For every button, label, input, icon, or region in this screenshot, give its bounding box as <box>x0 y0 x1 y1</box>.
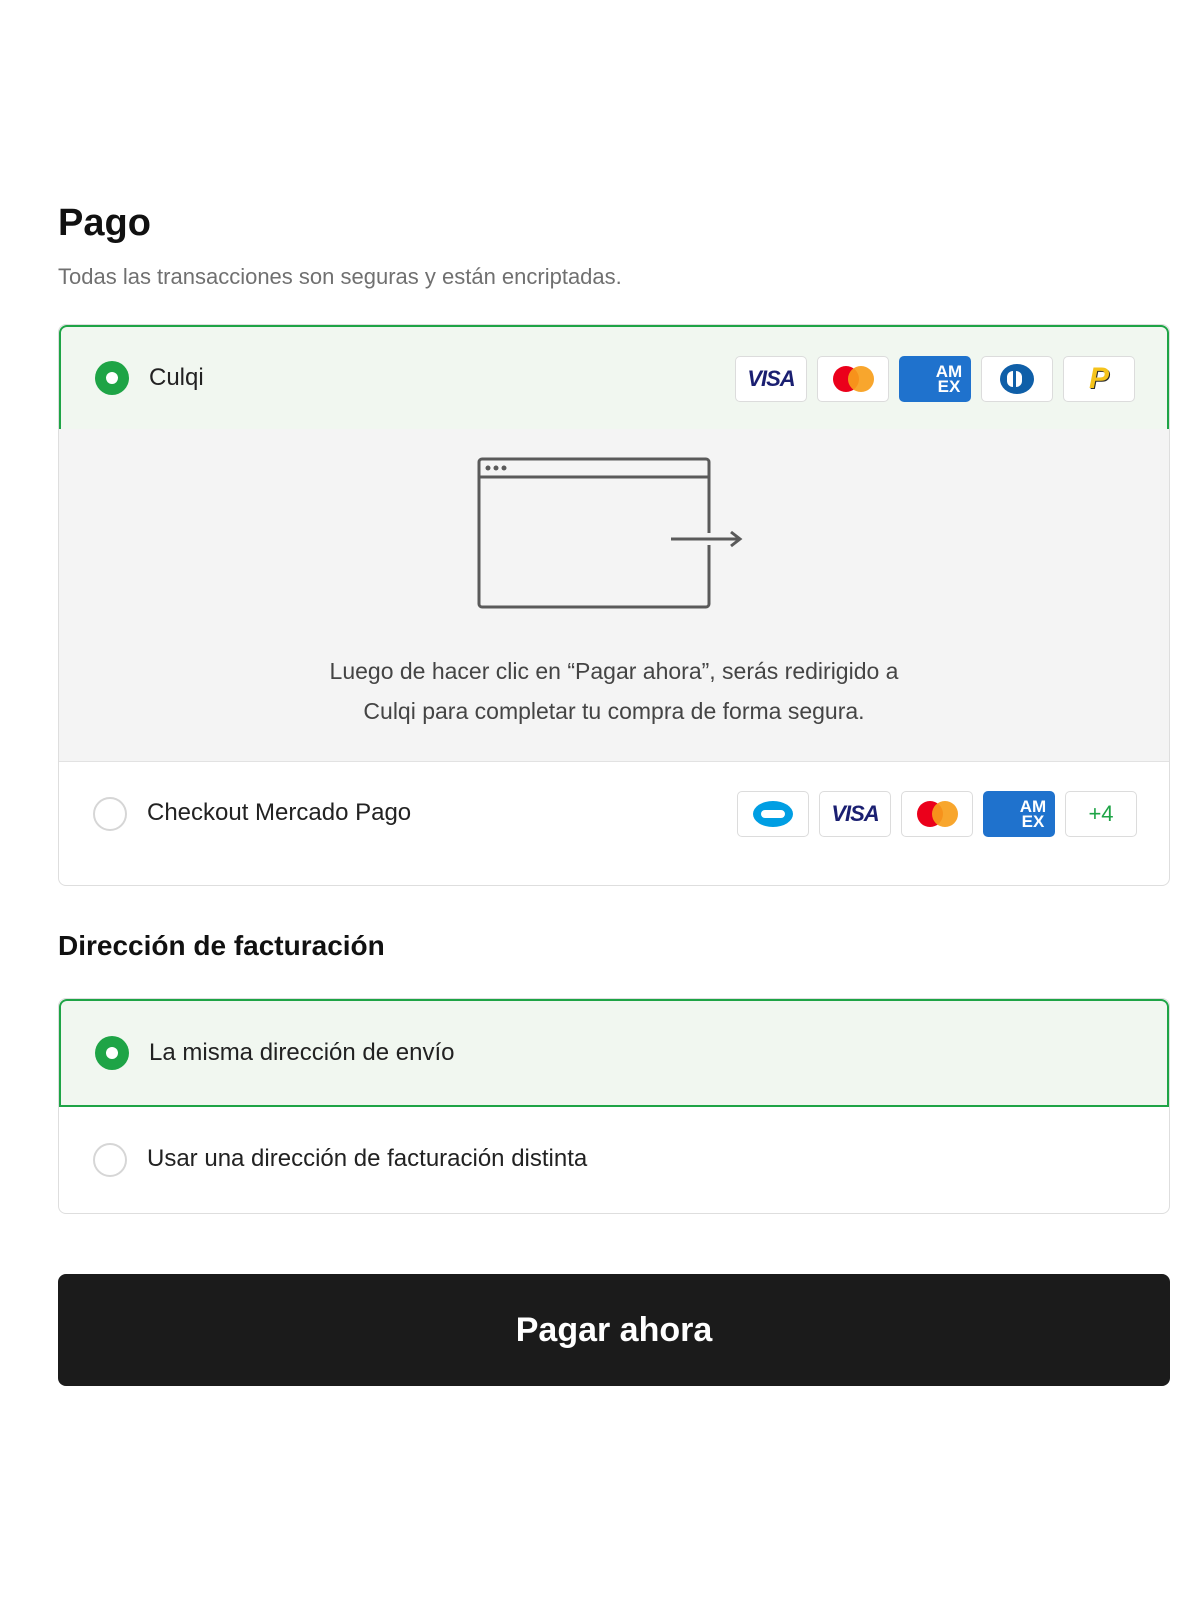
mastercard-icon <box>901 791 973 837</box>
radio-selected-icon[interactable] <box>95 1036 129 1070</box>
payment-subtitle: Todas las transacciones son seguras y es… <box>58 264 622 289</box>
redirect-message-line1: Luego de hacer clic en “Pagar ahora”, se… <box>329 658 899 684</box>
pagoefectivo-icon: P <box>1063 356 1135 402</box>
redirect-message: Luego de hacer clic en “Pagar ahora”, se… <box>59 651 1169 731</box>
amex-icon: AM EX <box>899 356 971 402</box>
radio-selected-icon[interactable] <box>95 361 129 395</box>
billing-option-same-address[interactable]: La misma dirección de envío <box>59 999 1169 1107</box>
pay-now-button[interactable]: Pagar ahora <box>58 1274 1170 1386</box>
amex-icon: AM EX <box>983 791 1055 837</box>
card-logos: VISA AM EX +4 <box>737 791 1137 837</box>
payment-option-mercado-pago[interactable]: Checkout Mercado Pago VISA AM EX +4 <box>59 761 1169 865</box>
payment-title: Pago <box>58 202 151 244</box>
billing-option-different-address[interactable]: Usar una dirección de facturación distin… <box>59 1107 1169 1213</box>
payment-methods-box: Culqi VISA AM EX P Luego de hacer clic e… <box>58 324 1170 886</box>
billing-option-label: La misma dirección de envío <box>149 1039 455 1066</box>
radio-unselected-icon[interactable] <box>93 797 127 831</box>
more-cards-badge: +4 <box>1065 791 1137 837</box>
visa-icon: VISA <box>819 791 891 837</box>
mastercard-icon <box>817 356 889 402</box>
radio-unselected-icon[interactable] <box>93 1143 127 1177</box>
redirect-info-panel: Luego de hacer clic en “Pagar ahora”, se… <box>59 429 1169 762</box>
diners-club-icon <box>981 356 1053 402</box>
redirect-message-line2: Culqi para completar tu compra de forma … <box>363 698 865 724</box>
card-logos: VISA AM EX P <box>735 356 1135 402</box>
mercadopago-icon <box>737 791 809 837</box>
visa-icon: VISA <box>735 356 807 402</box>
payment-option-label: Checkout Mercado Pago <box>147 799 412 826</box>
payment-option-culqi[interactable]: Culqi VISA AM EX P <box>59 325 1169 431</box>
billing-option-label: Usar una dirección de facturación distin… <box>147 1145 588 1172</box>
billing-options-box: La misma dirección de envío Usar una dir… <box>58 998 1170 1214</box>
browser-redirect-icon <box>477 457 743 609</box>
payment-option-label: Culqi <box>149 364 204 391</box>
billing-address-title: Dirección de facturación <box>58 930 385 961</box>
